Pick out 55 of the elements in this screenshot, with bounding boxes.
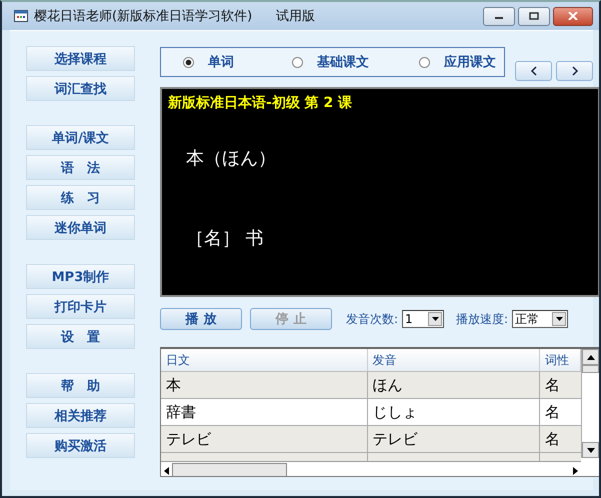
minimize-button[interactable] [483, 6, 515, 26]
sidebar-button[interactable]: 相关推荐 [26, 403, 135, 428]
edition-label: 试用版 [276, 8, 316, 25]
scroll-thumb[interactable] [582, 365, 599, 373]
table-cell: ほん [368, 372, 540, 398]
lesson-heading: 新版标准日本语-初级 第 2 课 [167, 94, 354, 112]
dropdown-arrow-icon [432, 317, 439, 321]
sidebar-button[interactable]: 单词/课文 [26, 125, 135, 150]
maximize-icon [529, 12, 539, 20]
sidebar-button[interactable]: 购买激活 [26, 433, 135, 458]
table-cell: 辞書 [161, 399, 368, 425]
repeat-dropdown[interactable]: 1 [402, 310, 444, 328]
chevron-left-icon [530, 66, 538, 76]
meaning-text: ［名］ 书 [185, 227, 265, 250]
table-cell: じしょ [368, 399, 540, 425]
sidebar-button[interactable]: 语 法 [26, 155, 135, 180]
sidebar-button[interactable]: MP3制作 [26, 264, 135, 289]
close-icon [568, 12, 578, 20]
speed-label: 播放速度: [456, 310, 508, 328]
window-title: 樱花日语老师(新版标准日语学习软件) [34, 8, 252, 25]
sidebar-button[interactable]: 词汇查找 [26, 76, 135, 101]
column-header[interactable]: 发音 [368, 349, 540, 371]
sidebar-button[interactable]: 打印卡片 [26, 294, 135, 319]
mode-radio[interactable]: 应用课文 [419, 53, 496, 71]
table-cell: 本 [161, 372, 368, 398]
window-icon [14, 10, 28, 22]
table-cell: テレビ [368, 426, 540, 452]
scroll-left-icon [164, 466, 169, 474]
column-header[interactable]: 日文 [161, 349, 368, 371]
sidebar-button[interactable]: 帮 助 [26, 373, 135, 398]
chevron-right-icon [570, 66, 579, 76]
scroll-right-icon [573, 466, 578, 474]
scroll-down-icon [586, 448, 594, 452]
mode-radio[interactable]: 基础课文 [292, 53, 369, 71]
table-cell-text: 名 [544, 402, 562, 423]
playback-button[interactable]: 播 放 [160, 308, 242, 330]
sidebar-button[interactable]: 练 习 [26, 185, 135, 210]
sidebar-button[interactable]: 迷你单词 [26, 215, 135, 240]
speed-dropdown[interactable]: 正常 [512, 310, 568, 328]
table-cell-text: 名 [544, 375, 562, 396]
horizontal-scrollbar[interactable] [161, 461, 581, 476]
next-button[interactable] [556, 61, 593, 81]
sidebar-button[interactable]: 设 置 [26, 324, 135, 349]
maximize-button[interactable] [518, 6, 550, 26]
table-cell-text: 名 [544, 429, 562, 450]
sidebar-button[interactable]: 选择课程 [26, 46, 135, 71]
word-text: 本（ほん） [185, 147, 277, 170]
table-cell: テレビ [161, 426, 368, 452]
mode-radio[interactable]: 单词 [183, 53, 234, 71]
repeat-label: 发音次数: [346, 310, 398, 328]
previous-button[interactable] [515, 61, 552, 81]
scroll-up-icon [586, 354, 594, 360]
dropdown-arrow-icon [556, 317, 563, 321]
vertical-scrollbar[interactable] [581, 349, 599, 458]
close-button[interactable] [553, 6, 593, 26]
